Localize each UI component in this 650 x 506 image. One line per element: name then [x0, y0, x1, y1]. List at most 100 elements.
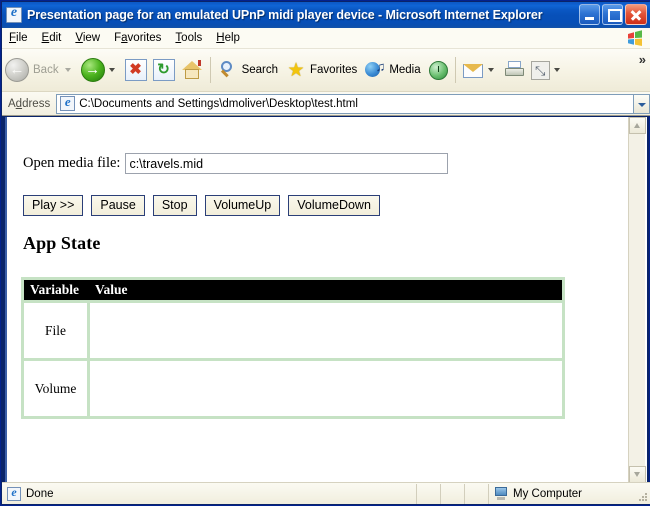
volume-down-button[interactable]: VolumeDown: [288, 195, 380, 216]
chevron-down-icon: [108, 68, 115, 72]
menu-item-view[interactable]: View: [68, 30, 107, 46]
menu-item-view-rest: iew: [82, 32, 101, 44]
security-zone-label: My Computer: [513, 487, 583, 500]
stop-button[interactable]: Stop: [152, 195, 197, 216]
chevron-down-icon: [64, 68, 71, 72]
my-computer-icon: [494, 487, 508, 500]
table-header: Variable Value: [22, 278, 564, 302]
stop-button[interactable]: ✖: [122, 52, 150, 88]
print-button[interactable]: [501, 52, 528, 88]
table-body: File Volume: [21, 300, 565, 419]
browser-window: Presentation page for an emulated UPnP m…: [0, 0, 650, 506]
status-pane-1: [417, 483, 441, 504]
search-button-label: Search: [241, 64, 279, 76]
table-header-row: Variable Value: [22, 278, 564, 302]
cell-value-volume: [87, 358, 565, 419]
cell-variable-file: File: [21, 300, 90, 361]
window-title: Presentation page for an emulated UPnP m…: [27, 8, 543, 22]
menu-item-file[interactable]: File: [2, 30, 35, 46]
media-file-input[interactable]: [125, 153, 449, 174]
column-header-value: Value: [88, 278, 564, 302]
toolbar-separator: [454, 57, 456, 83]
mail-envelope-icon: [462, 62, 484, 79]
open-media-file-label: Open media file:: [23, 155, 121, 171]
menu-bar: File Edit View Favorites Tools Help: [2, 28, 650, 49]
page-viewport: Open media file: Play >> Pause Stop Volu…: [5, 117, 647, 483]
address-dropdown-button[interactable]: [633, 93, 650, 114]
security-zone-pane: My Computer: [489, 484, 650, 504]
navigation-toolbar: ← Back → ✖ ↻ Search ★ Favorites ♫ Media …: [2, 49, 650, 92]
refresh-icon: ↻: [152, 59, 175, 81]
history-clock-icon: [428, 60, 448, 80]
column-header-variable: Variable: [22, 278, 89, 302]
status-pane-2: [441, 483, 465, 504]
pause-button[interactable]: Pause: [91, 195, 145, 216]
chevron-down-icon: [487, 68, 494, 72]
scroll-down-button[interactable]: [629, 466, 646, 483]
search-button[interactable]: Search: [215, 52, 283, 88]
minimize-button[interactable]: [579, 4, 600, 25]
toolbar-overflow-button[interactable]: »: [639, 53, 646, 66]
address-bar: Address C:\Documents and Settings\dmoliv…: [2, 92, 650, 116]
address-url-text: C:\Documents and Settings\dmoliver\Deskt…: [79, 97, 358, 110]
star-icon: ★: [287, 59, 305, 81]
cell-value-file: [87, 300, 565, 361]
open-media-file-row: Open media file:: [23, 153, 449, 174]
address-input[interactable]: C:\Documents and Settings\dmoliver\Deskt…: [56, 93, 633, 114]
home-button[interactable]: [178, 52, 206, 88]
favorites-button[interactable]: ★ Favorites: [283, 52, 362, 88]
page-heading: App State: [23, 233, 101, 253]
window-controls: [579, 4, 647, 25]
web-page-content: Open media file: Play >> Pause Stop Volu…: [7, 117, 627, 483]
history-button[interactable]: [426, 52, 451, 88]
arrow-right-icon: →: [80, 58, 105, 82]
address-bar-label: Address: [8, 97, 51, 110]
printer-icon: [504, 60, 525, 80]
table-row: File: [21, 300, 565, 361]
menu-item-edit-rest: dit: [49, 32, 62, 44]
close-button[interactable]: [625, 4, 647, 25]
media-button-label: Media: [389, 64, 421, 76]
forward-button[interactable]: →: [78, 52, 122, 88]
menu-item-tools-rest: ools: [181, 32, 203, 44]
status-message-pane: Done: [2, 483, 417, 504]
menu-item-favorites-rest: vorites: [127, 32, 162, 44]
menu-item-file-rest: ile: [16, 32, 28, 44]
ie-page-icon: [60, 95, 76, 111]
status-message: Done: [26, 487, 54, 500]
title-bar: Presentation page for an emulated UPnP m…: [2, 2, 650, 28]
menu-item-tools[interactable]: Tools: [168, 30, 209, 46]
cell-variable-volume: Volume: [21, 358, 90, 419]
resize-grip[interactable]: [636, 490, 648, 502]
ie-page-icon: [7, 485, 21, 501]
arrow-left-icon: ←: [5, 58, 29, 82]
back-button[interactable]: ← Back: [2, 52, 78, 88]
volume-up-button[interactable]: VolumeUp: [204, 195, 281, 216]
status-bar: Done My Computer: [2, 482, 650, 504]
maximize-button[interactable]: [602, 4, 623, 25]
app-state-table: Variable Value File Volume: [21, 277, 565, 419]
stop-x-icon: ✖: [124, 59, 147, 81]
media-button[interactable]: ♫ Media: [362, 52, 425, 88]
vertical-scrollbar[interactable]: [628, 117, 646, 483]
menu-item-help[interactable]: Help: [209, 30, 247, 46]
refresh-button[interactable]: ↻: [150, 52, 178, 88]
mail-button[interactable]: [460, 52, 501, 88]
menu-item-edit[interactable]: Edit: [35, 30, 69, 46]
menu-item-help-rest: elp: [224, 32, 240, 44]
favorites-button-label: Favorites: [310, 64, 358, 76]
fullscreen-icon: [530, 60, 550, 80]
scroll-up-button[interactable]: [629, 117, 646, 134]
back-button-label: Back: [33, 64, 59, 76]
media-globe-icon: ♫: [365, 60, 385, 80]
search-icon: [218, 60, 238, 80]
ie-page-icon: [6, 5, 22, 23]
status-pane-3: [465, 483, 489, 504]
toolbar-separator: [209, 57, 211, 83]
table-row: Volume: [21, 358, 565, 419]
player-controls: Play >> Pause Stop VolumeUp VolumeDown: [23, 195, 380, 216]
play-button[interactable]: Play >>: [23, 195, 84, 216]
edit-button[interactable]: [528, 52, 567, 88]
chevron-down-icon: [553, 68, 560, 72]
menu-item-favorites[interactable]: Favorites: [107, 30, 168, 46]
